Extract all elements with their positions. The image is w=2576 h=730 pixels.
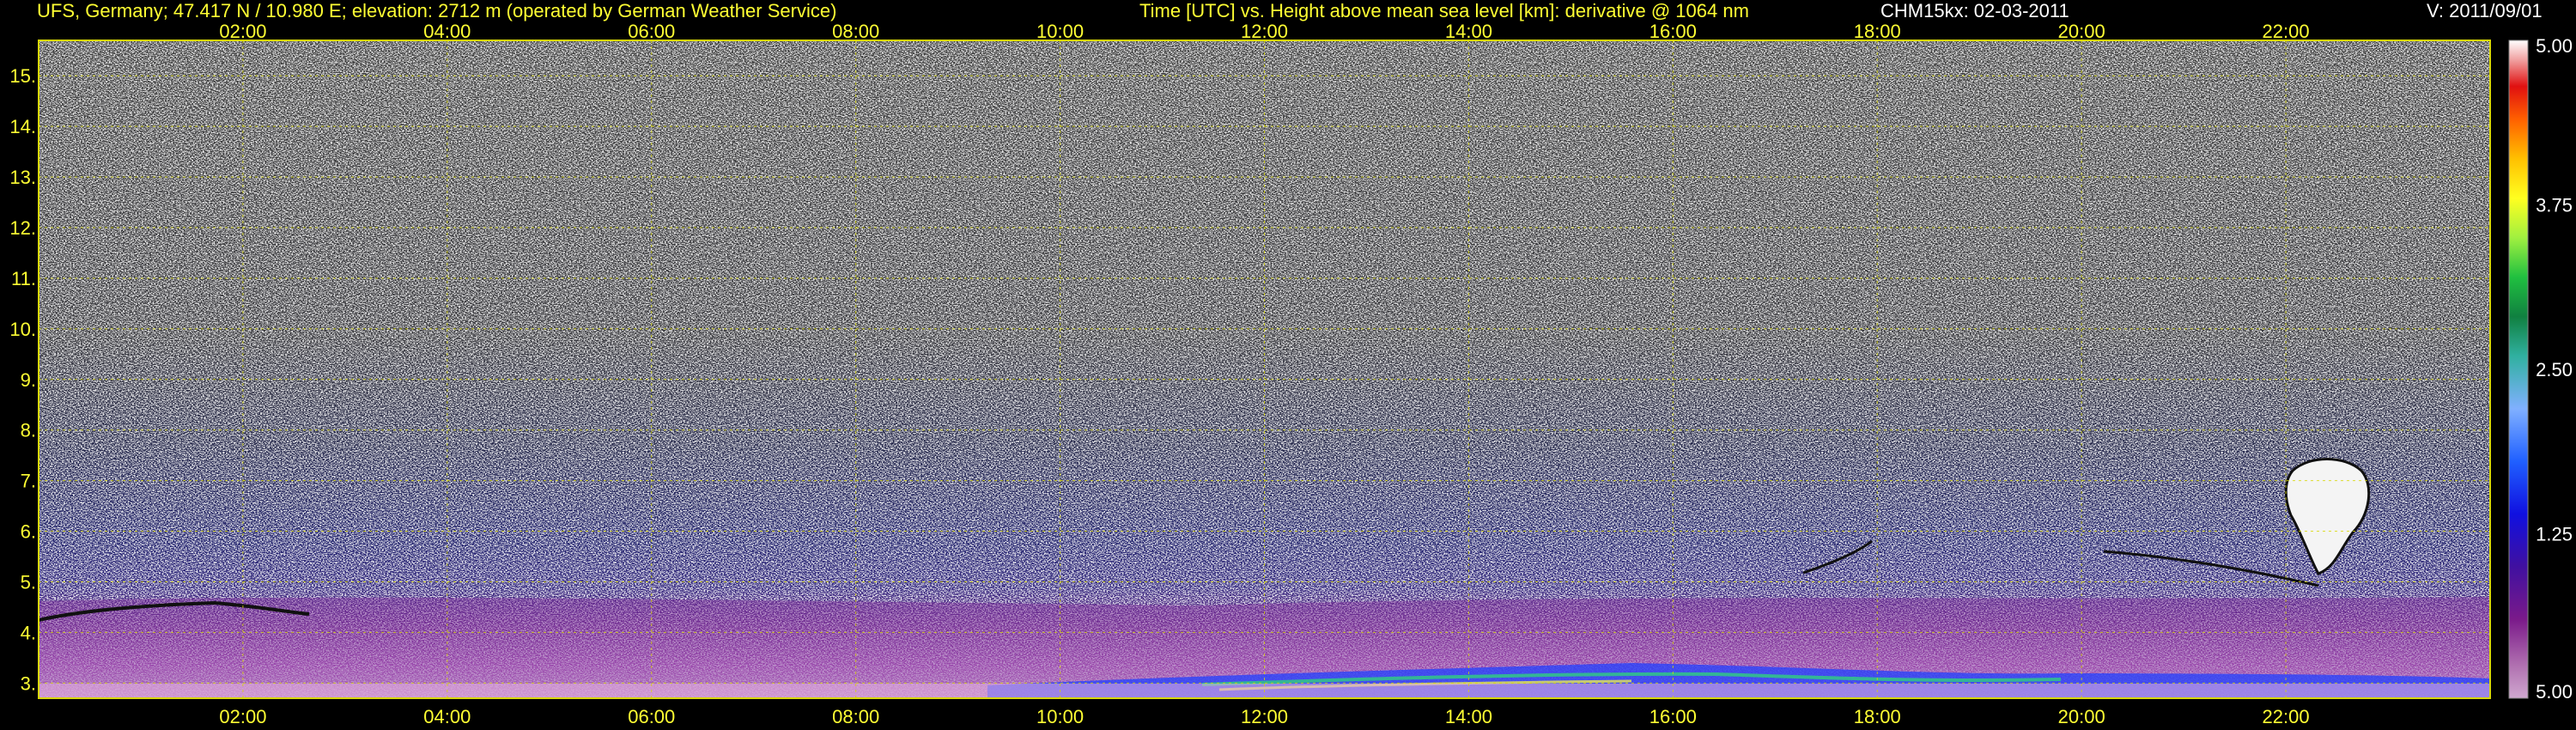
x-tick-label-top: 12:00 — [1241, 21, 1288, 42]
x-tick-label-bottom: 04:00 — [423, 706, 471, 727]
colorbar-tick-label: 2.50 — [2536, 359, 2573, 380]
x-tick-label-top: 06:00 — [628, 21, 675, 42]
x-tick-label-bottom: 14:00 — [1445, 706, 1492, 727]
colorbar-tick-label: 1.25 — [2536, 524, 2573, 545]
y-axis: 3. 4. 5. 6. 7. 8. 9. 10. 11. 12. 13. 14. 15. — [9, 65, 36, 694]
y-tick-label: 6. — [21, 521, 36, 543]
x-tick-label-top: 22:00 — [2263, 21, 2310, 42]
y-tick-label: 15. — [9, 65, 36, 87]
y-tick-label: 5. — [21, 571, 36, 593]
x-tick-label-top: 16:00 — [1649, 21, 1697, 42]
x-tick-label-top: 20:00 — [2058, 21, 2105, 42]
x-tick-label-top: 04:00 — [423, 21, 471, 42]
x-tick-label-top: 14:00 — [1445, 21, 1492, 42]
x-tick-label-top: 08:00 — [832, 21, 879, 42]
x-tick-label-bottom: 06:00 — [628, 706, 675, 727]
y-tick-label: 12. — [9, 217, 36, 239]
y-tick-label: 7. — [21, 471, 36, 492]
colorbar-tick-label: 5.00 — [2536, 681, 2573, 703]
x-tick-label-bottom: 16:00 — [1649, 706, 1697, 727]
y-tick-label: 13. — [9, 167, 36, 188]
x-tick-label-bottom: 08:00 — [832, 706, 879, 727]
x-axis-top: 02:00 04:00 06:00 08:00 10:00 12:00 14:00 16:00… — [219, 21, 2309, 42]
colorbar-tick-label: 5.00 — [2536, 35, 2573, 57]
colorbar-tick-label: 3.75 — [2536, 195, 2573, 216]
colorbar — [2508, 40, 2529, 699]
x-tick-label-bottom: 22:00 — [2263, 706, 2310, 727]
x-tick-label-bottom: 02:00 — [219, 706, 266, 727]
x-tick-label-bottom: 20:00 — [2058, 706, 2105, 727]
x-tick-label-top: 18:00 — [1854, 21, 1901, 42]
y-tick-label: 3. — [21, 672, 36, 694]
y-tick-label: 8. — [21, 420, 36, 441]
y-tick-label: 14. — [9, 116, 36, 137]
x-tick-label-bottom: 10:00 — [1036, 706, 1084, 727]
x-axis-bottom: 02:00 04:00 06:00 08:00 10:00 12:00 14:00 16:00… — [219, 706, 2309, 727]
x-tick-label-top: 02:00 — [219, 21, 266, 42]
x-tick-label-bottom: 12:00 — [1241, 706, 1288, 727]
y-tick-label: 4. — [21, 622, 36, 643]
y-tick-label: 11. — [11, 268, 36, 289]
ceilometer-chart: 02:00 04:00 06:00 08:00 10:00 12:00 14:00 16:00… — [9, 21, 2573, 727]
y-tick-label: 9. — [21, 369, 36, 391]
y-tick-label: 10. — [9, 319, 36, 340]
x-tick-label-bottom: 18:00 — [1854, 706, 1901, 727]
colorbar-labels: 5.00 3.75 2.50 1.25 5.00 — [2536, 35, 2573, 703]
x-tick-label-top: 10:00 — [1036, 21, 1084, 42]
